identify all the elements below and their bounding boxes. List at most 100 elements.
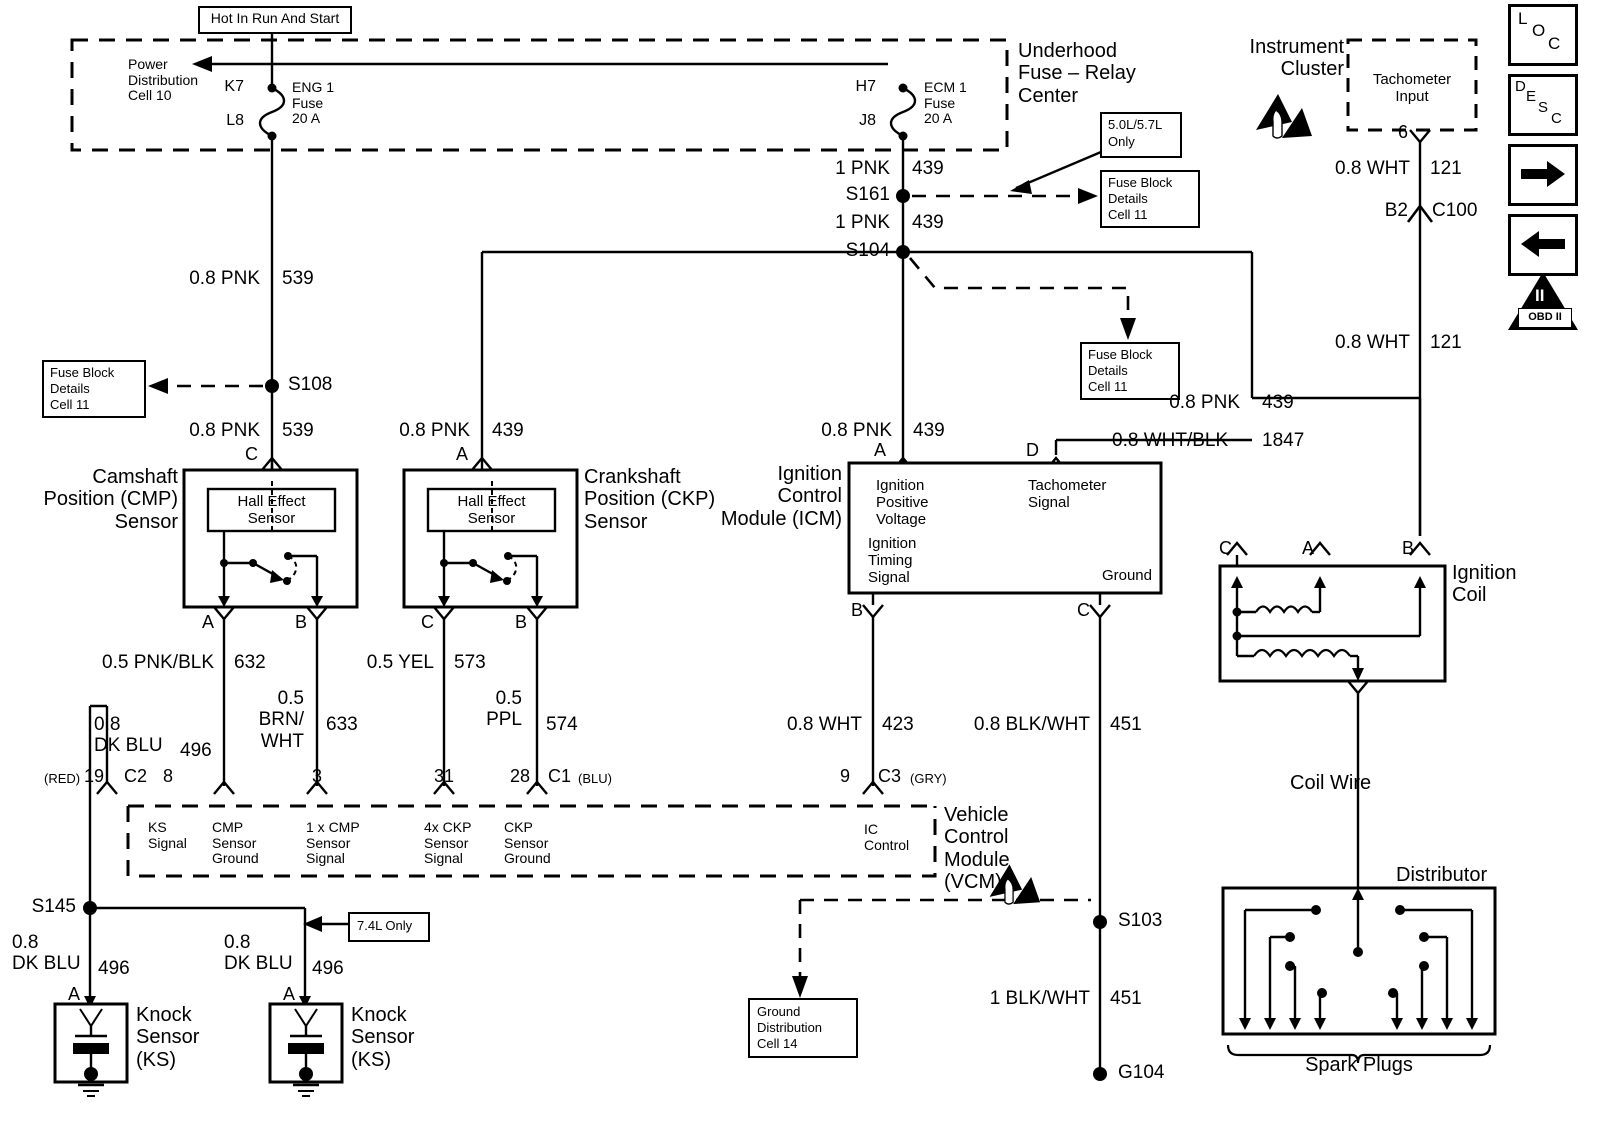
fuse-eng1-bottom-pin: L8 bbox=[226, 112, 244, 129]
wire-08pnk-439-label-ckp: 0.8 PNK bbox=[399, 420, 470, 441]
splice-s103-label: S103 bbox=[1118, 910, 1163, 931]
wire-08dkblu-496-vcm-label: 0.8 DK BLU bbox=[94, 714, 163, 757]
connector-c1-pin-31: 31 bbox=[433, 766, 455, 786]
fuse-ecm1-top-pin: H7 bbox=[855, 78, 876, 95]
ckp-pin-a-label: A bbox=[455, 444, 468, 464]
wire-08pnk-439-num-coil: 439 bbox=[1262, 392, 1294, 413]
knock-sensor-2-pin-a: A bbox=[282, 984, 295, 1004]
wire-1blkwht-451-label: 1 BLK/WHT bbox=[989, 988, 1090, 1009]
fuse-block-3-line2: Details bbox=[50, 381, 90, 396]
wire-05pnkblk-632-label: 0.5 PNK/BLK bbox=[102, 652, 214, 673]
desc-button[interactable]: D E S C bbox=[1508, 74, 1578, 136]
wire-08pnk-439-label-icm: 0.8 PNK bbox=[821, 420, 892, 441]
splice-s104-label: S104 bbox=[845, 240, 890, 261]
fuse-block-details-box-3[interactable]: Fuse Block Details Cell 11 bbox=[42, 360, 146, 418]
icm-pin-c-label: C bbox=[1077, 600, 1090, 620]
arrow-left-icon bbox=[1521, 231, 1565, 257]
desc-char-3: S bbox=[1538, 99, 1549, 116]
arrow-right-icon bbox=[1521, 161, 1565, 187]
coil-pin-b-label: B bbox=[1401, 538, 1414, 558]
connector-c2-color-red: (RED) bbox=[44, 771, 81, 786]
cluster-pin-6-label: 6 bbox=[1397, 122, 1408, 142]
ground-distribution-box[interactable]: Ground Distribution Cell 14 bbox=[748, 998, 858, 1058]
vcm-ckp-sensor-signal-label: 4x CKP Sensor Signal bbox=[424, 819, 472, 867]
wire-08pnk-539-num-a: 539 bbox=[282, 268, 314, 289]
wire-08pnk-439-num-ckp: 439 bbox=[492, 420, 524, 441]
hot-in-run-and-start-box: Hot In Run And Start bbox=[198, 6, 352, 34]
obd-ii-label: OBD II bbox=[1528, 311, 1562, 323]
knock-sensor-1-pin-a: A bbox=[67, 984, 80, 1004]
wire-08whtblk-1847-num: 1847 bbox=[1262, 430, 1305, 451]
desc-char-1: D bbox=[1515, 78, 1526, 95]
fuse-block-3-line1: Fuse Block bbox=[50, 365, 115, 380]
wire-08wht-423-num: 423 bbox=[882, 714, 914, 735]
vcm-ckp-sensor-ground-label: CKP Sensor Ground bbox=[504, 819, 551, 867]
wire-05pnkblk-632-num: 632 bbox=[234, 652, 266, 673]
wire-08pnk-539-num-b: 539 bbox=[282, 420, 314, 441]
engine-option-note-line2: Only bbox=[1108, 134, 1135, 149]
ground-dist-line1: Ground bbox=[757, 1004, 801, 1019]
fuse-ecm1-name: ECM 1 Fuse 20 A bbox=[924, 79, 967, 127]
fuse-eng1-top-pin: K7 bbox=[224, 78, 244, 95]
wire-08dkblu-496-ks2-label: 0.8 DK BLU bbox=[224, 932, 293, 975]
icm-ground-label: Ground bbox=[1101, 567, 1152, 584]
wire-08blkwht-451-label: 0.8 BLK/WHT bbox=[973, 714, 1090, 735]
wire-08whtblk-1847-label: 0.8 WHT/BLK bbox=[1112, 430, 1229, 451]
wire-08wht-121-label-a: 0.8 WHT bbox=[1335, 158, 1410, 179]
knock-sensor-2-label: Knock Sensor (KS) bbox=[351, 1004, 415, 1071]
power-distribution-label: Power Distribution Cell 10 bbox=[128, 56, 199, 104]
ckp-pin-b-label: B bbox=[514, 612, 527, 632]
wire-05ppl-574-label: 0.5 PPL bbox=[486, 688, 522, 731]
ckp-pin-c-label: C bbox=[421, 612, 434, 632]
wiring-diagram-canvas: Hot In Run And Start Power Distribution … bbox=[0, 0, 1600, 1148]
loc-button[interactable]: L O C bbox=[1508, 4, 1578, 66]
fuse-ecm1-bottom-pin: J8 bbox=[859, 112, 876, 129]
wire-08wht-121-num-a: 121 bbox=[1430, 158, 1462, 179]
distributor-label: Distributor bbox=[1396, 864, 1488, 886]
connector-c1-name: C1 bbox=[548, 766, 572, 786]
wire-08pnk-539-label-b: 0.8 PNK bbox=[189, 420, 260, 441]
coil-wire-label: Coil Wire bbox=[1290, 772, 1372, 794]
wire-1pnk-439-num-a: 439 bbox=[912, 158, 944, 179]
ckp-hall-effect-label: Hall Effect Sensor bbox=[457, 493, 526, 527]
connector-c1-pin-3: 3 bbox=[311, 766, 322, 786]
fuse-eng1-name: ENG 1 Fuse 20 A bbox=[292, 79, 335, 127]
obd-ii-button[interactable]: II OBD II bbox=[1506, 272, 1582, 332]
hot-in-run-label: Hot In Run And Start bbox=[210, 10, 340, 26]
icm-pin-a-label: A bbox=[873, 440, 886, 460]
engine-option-note-box: 5.0L/5.7L Only bbox=[1100, 112, 1182, 158]
cmp-pin-a-label: A bbox=[201, 612, 214, 632]
connector-c3-color-gry: (GRY) bbox=[910, 771, 947, 786]
fuse-block-1-line1: Fuse Block bbox=[1108, 175, 1173, 190]
cmp-pin-c-label: C bbox=[245, 444, 258, 464]
vcm-cmp-sensor-ground-label: CMP Sensor Ground bbox=[212, 819, 259, 867]
connector-c3-name: C3 bbox=[878, 766, 902, 786]
connector-c1-pin-28: 28 bbox=[509, 766, 531, 786]
instrument-cluster-label: Instrument Cluster bbox=[1249, 36, 1344, 81]
vcm-ic-control-label: IC Control bbox=[864, 821, 910, 853]
icm-pin-d-label: D bbox=[1026, 440, 1039, 460]
loc-char-3: C bbox=[1548, 34, 1561, 53]
connector-c3-pin-9: 9 bbox=[839, 766, 850, 786]
wire-05yel-573-label: 0.5 YEL bbox=[366, 652, 434, 673]
fuse-block-2-line3: Cell 11 bbox=[1088, 379, 1128, 394]
cmp-hall-effect-label: Hall Effect Sensor bbox=[237, 493, 306, 527]
wire-1blkwht-451-num: 451 bbox=[1110, 988, 1142, 1009]
esd-warning-icon-cluster bbox=[1256, 94, 1312, 139]
next-button[interactable] bbox=[1508, 144, 1578, 206]
icm-ignition-timing-signal-label: Ignition Timing Signal bbox=[868, 535, 917, 586]
wire-08pnk-539-label-a: 0.8 PNK bbox=[189, 268, 260, 289]
fuse-block-details-box-1[interactable]: Fuse Block Details Cell 11 bbox=[1100, 170, 1200, 228]
vcm-cmp-sensor-signal-label: 1 x CMP Sensor Signal bbox=[306, 819, 360, 867]
wire-08dkblu-496-ks1-num: 496 bbox=[98, 958, 130, 979]
splice-s108-label: S108 bbox=[288, 374, 333, 395]
esd-warning-icon-vcm bbox=[989, 864, 1041, 905]
connector-c2-name: C2 bbox=[124, 766, 148, 786]
wire-08pnk-439-label-coil: 0.8 PNK bbox=[1169, 392, 1240, 413]
wire-08wht-121-label-b: 0.8 WHT bbox=[1335, 332, 1410, 353]
displacement-note-box: 7.4L Only bbox=[348, 912, 430, 942]
prev-button[interactable] bbox=[1508, 214, 1578, 276]
cmp-pin-b-label: B bbox=[294, 612, 307, 632]
wire-08pnk-439-num-icm: 439 bbox=[913, 420, 945, 441]
ignition-coil-label: Ignition Coil bbox=[1452, 562, 1517, 607]
